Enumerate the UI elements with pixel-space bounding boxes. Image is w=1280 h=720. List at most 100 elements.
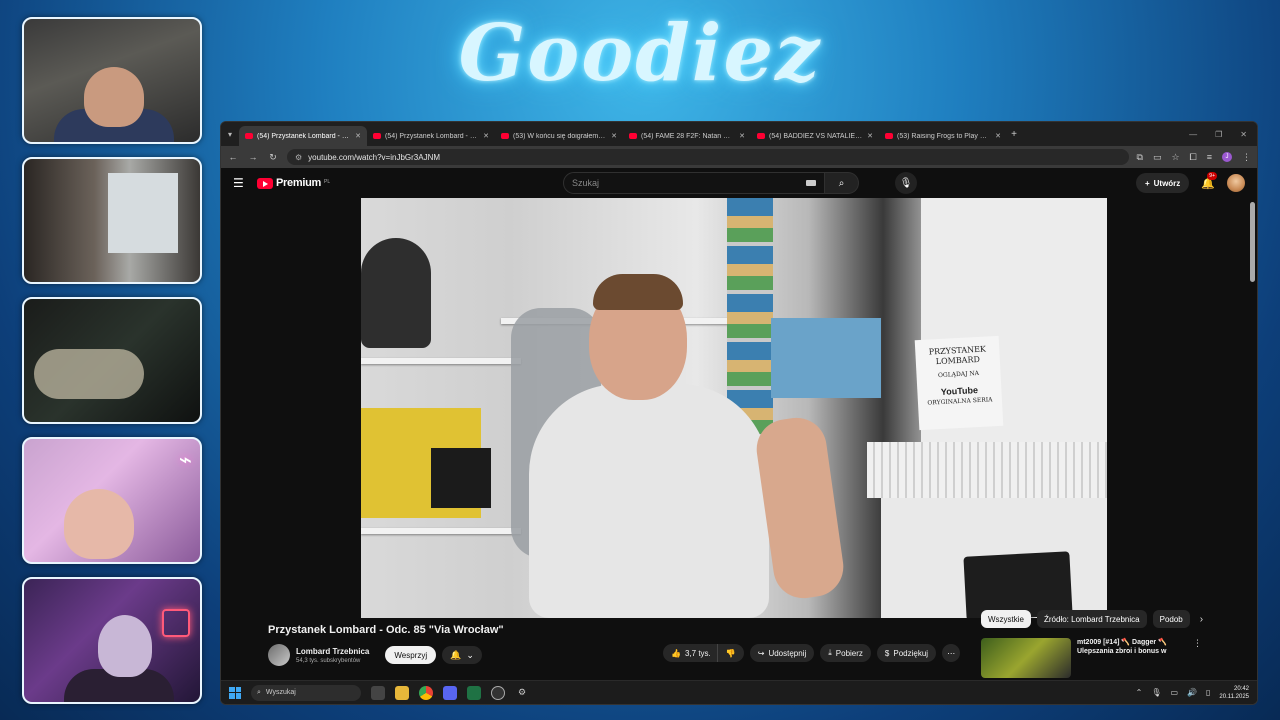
close-tab-icon[interactable]: ✕	[995, 132, 1001, 140]
windows-start-icon[interactable]	[229, 686, 241, 699]
profile-icon[interactable]: J	[1222, 152, 1232, 162]
tab-bar: ▾ (54) Przystanek Lombard - Odc. ✕ (54) P…	[221, 122, 1257, 146]
video-player[interactable]: PRZYSTANEK LOMBARD OGLĄDAJ NA YouTube OR…	[361, 198, 1107, 618]
more-icon: ⋯	[947, 648, 956, 658]
tab-2[interactable]: (54) Przystanek Lombard - Odc. ✕	[367, 126, 495, 146]
chip-all[interactable]: Wszystkie	[981, 610, 1031, 628]
close-tab-icon[interactable]: ✕	[355, 132, 361, 140]
tab-search-icon[interactable]: ▾	[221, 130, 239, 139]
webcam-feed-3	[22, 297, 202, 424]
like-button[interactable]: 👍 3,7 tys.	[663, 644, 717, 662]
taskbar-search[interactable]: ⌕ Wyszukaj	[251, 684, 361, 701]
tab-6[interactable]: (53) Raising Frogs to Play Video ✕	[879, 126, 1007, 146]
youtube-favicon-icon	[885, 133, 893, 139]
chrome-icon[interactable]	[419, 685, 433, 700]
share-icon: ↪	[757, 648, 765, 658]
media-icon[interactable]: ≡	[1207, 152, 1212, 162]
close-tab-icon[interactable]: ✕	[739, 132, 745, 140]
hamburger-menu-icon[interactable]: ☰	[233, 176, 245, 190]
neon-sign-icon: ⌁	[178, 447, 192, 472]
bell-icon: 🔔	[450, 649, 462, 660]
bookmark-star-icon[interactable]: ☆	[1171, 152, 1179, 163]
settings-icon[interactable]: ⚙	[515, 686, 529, 700]
back-icon[interactable]: ←	[227, 152, 239, 162]
search-button[interactable]: ⌕	[825, 172, 859, 194]
webcam-feed-4: ⌁	[22, 437, 202, 564]
minimize-icon[interactable]: —	[1189, 130, 1197, 139]
reload-icon[interactable]: ↻	[267, 152, 279, 163]
recommended-title[interactable]: mt2009 [#14] 🪓 Dagger 🪓 Ulepszania zbroi…	[1077, 638, 1187, 678]
download-icon: ⤓	[828, 648, 832, 657]
discord-icon[interactable]	[443, 685, 457, 700]
account-avatar[interactable]	[1227, 174, 1245, 192]
chip-source[interactable]: Źródło: Lombard Trzebnica	[1037, 610, 1147, 628]
chip-similar[interactable]: Podob	[1152, 610, 1190, 628]
windows-taskbar: ⌕ Wyszukaj ⚙ ⌃ 🎙 ▭ 🔊 ▯ 20:42 20.11.2025	[221, 680, 1257, 704]
subscription-bell-button[interactable]: 🔔 ⌄	[442, 646, 482, 664]
webcam-feed-5	[22, 577, 202, 704]
taskbar-clock[interactable]: 20:42 20.11.2025	[1219, 685, 1249, 701]
forward-icon[interactable]: →	[247, 152, 259, 162]
recommended-thumbnail[interactable]	[981, 638, 1071, 678]
youtube-header: ☰ Premium PL Szukaj ⌕ 🎙 + Utwórz 🔔 9+	[221, 168, 1257, 198]
volume-icon[interactable]: 🔊	[1187, 688, 1197, 697]
youtube-favicon-icon	[629, 133, 637, 139]
support-button[interactable]: Wesprzyj	[385, 646, 437, 664]
more-options-icon[interactable]: ⋮	[1193, 638, 1202, 678]
cast-icon[interactable]: ▭	[1153, 152, 1162, 163]
close-tab-icon[interactable]: ✕	[611, 132, 617, 140]
maximize-icon[interactable]: ❐	[1215, 130, 1222, 139]
obs-icon[interactable]	[491, 685, 505, 700]
thumbs-down-icon: 👎	[725, 648, 736, 658]
search-input[interactable]: Szukaj	[563, 172, 825, 194]
close-tab-icon[interactable]: ✕	[867, 132, 873, 140]
share-button[interactable]: ↪ Udostępnij	[749, 644, 815, 662]
download-button[interactable]: ⤓ Pobierz	[820, 644, 871, 662]
tab-4[interactable]: (54) FAME 28 F2F: Natan Marco ✕	[623, 126, 751, 146]
tab-1[interactable]: (54) Przystanek Lombard - Odc. ✕	[239, 126, 367, 146]
close-icon[interactable]: ✕	[1240, 130, 1247, 139]
site-info-icon[interactable]: ⚙	[295, 153, 302, 162]
tab-3[interactable]: (53) W końcu się doigrałem - w ✕	[495, 126, 623, 146]
tab-5[interactable]: (54) BADDIEZ VS NATALIE WAY ✕	[751, 126, 879, 146]
battery-icon[interactable]: ▯	[1206, 688, 1210, 697]
recommendation-chips: Wszystkie Źródło: Lombard Trzebnica Podo…	[981, 610, 1203, 628]
dislike-button[interactable]: 👎	[716, 644, 744, 662]
plus-icon: +	[1144, 178, 1150, 188]
youtube-favicon-icon	[757, 133, 765, 139]
voice-search-button[interactable]: 🎙	[895, 172, 917, 194]
search-icon: ⌕	[838, 177, 845, 189]
youtube-premium-logo[interactable]: Premium PL	[257, 177, 330, 189]
browser-window: ▾ (54) Przystanek Lombard - Odc. ✕ (54) P…	[220, 121, 1258, 705]
channel-avatar[interactable]	[268, 644, 290, 666]
chevron-right-icon[interactable]: ›	[1200, 614, 1203, 625]
search-box: Szukaj ⌕	[563, 172, 859, 194]
file-explorer-icon[interactable]	[395, 685, 409, 700]
url-field[interactable]: ⚙ youtube.com/watch?v=inJbGr3AJNM	[287, 149, 1129, 165]
new-tab-button[interactable]: +	[1007, 129, 1021, 140]
microphone-icon[interactable]: 🎙	[1151, 688, 1161, 697]
channel-name[interactable]: Lombard Trzebnica	[296, 647, 369, 656]
address-bar: ← → ↻ ⚙ youtube.com/watch?v=inJbGr3AJNM …	[221, 146, 1257, 168]
keyboard-icon[interactable]	[806, 180, 816, 186]
system-tray: ⌃ 🎙 ▭ 🔊 ▯ 20:42 20.11.2025	[1136, 685, 1249, 701]
page-scrollbar[interactable]	[1250, 202, 1255, 282]
translate-icon[interactable]: ⧉	[1137, 152, 1143, 163]
search-icon: ⌕	[257, 688, 261, 696]
more-actions-button[interactable]: ⋯	[942, 644, 961, 662]
recommended-video[interactable]: mt2009 [#14] 🪓 Dagger 🪓 Ulepszania zbroi…	[981, 638, 1202, 678]
notification-badge: 9+	[1207, 171, 1217, 180]
network-icon[interactable]: ▭	[1170, 688, 1178, 697]
youtube-favicon-icon	[501, 133, 509, 139]
extensions-icon[interactable]: ⧠	[1190, 152, 1197, 163]
spreadsheet-icon[interactable]	[467, 685, 481, 700]
chevron-up-icon[interactable]: ⌃	[1136, 688, 1143, 697]
notifications-button[interactable]: 🔔 9+	[1201, 171, 1217, 190]
webcam-feed-1	[22, 17, 202, 144]
task-view-icon[interactable]	[371, 685, 385, 700]
close-tab-icon[interactable]: ✕	[483, 132, 489, 140]
menu-kebab-icon[interactable]: ⋮	[1242, 152, 1251, 163]
create-button[interactable]: + Utwórz	[1135, 173, 1190, 193]
thanks-button[interactable]: $ Podziękuj	[876, 644, 937, 662]
keyboard-in-video	[963, 551, 1073, 618]
